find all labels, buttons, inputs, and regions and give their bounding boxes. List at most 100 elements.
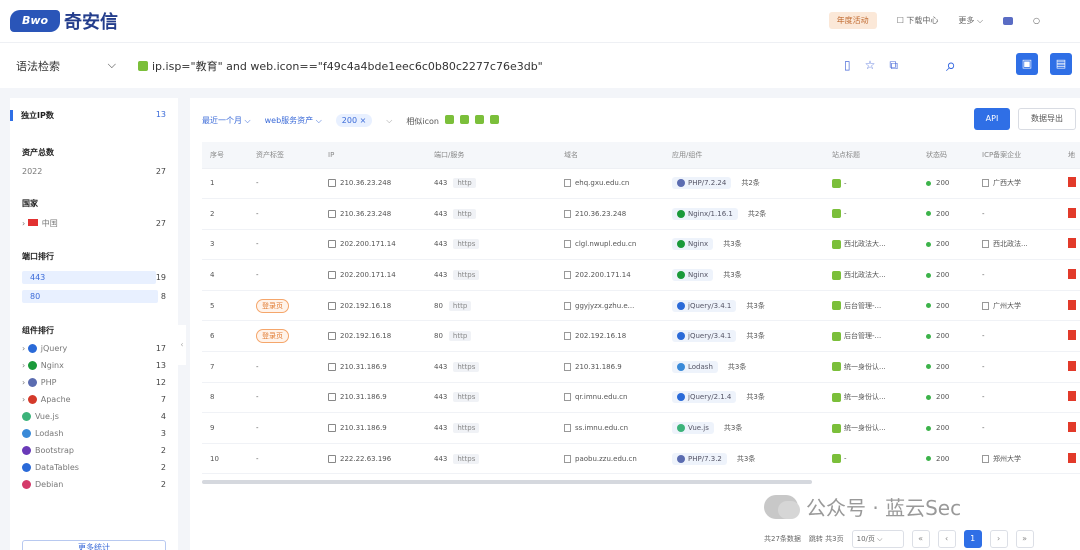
component-row[interactable]: › Apache 7 bbox=[22, 395, 166, 404]
ip-link[interactable]: 210.31.186.9 bbox=[340, 363, 387, 371]
next-page-button[interactable]: › bbox=[989, 530, 1008, 548]
column-header[interactable]: 站点标题 bbox=[824, 142, 918, 169]
ip-link[interactable]: 210.31.186.9 bbox=[340, 424, 387, 432]
ip-link[interactable]: 202.200.171.14 bbox=[340, 271, 396, 279]
ip-link[interactable]: 202.192.16.18 bbox=[340, 332, 391, 340]
app-count[interactable]: 共3条 bbox=[737, 455, 755, 463]
app-count[interactable]: 共3条 bbox=[746, 332, 764, 340]
table-row[interactable]: 4 - 202.200.171.14 443 https 202.200.171.14 Ng… bbox=[202, 259, 1080, 291]
status-filter-chip[interactable]: 200 × bbox=[335, 114, 373, 127]
column-header[interactable]: 域名 bbox=[556, 142, 664, 169]
domain-link[interactable]: paobu.zzu.edu.cn bbox=[575, 455, 637, 463]
domain-link[interactable]: ggyjyzx.gzhu.e... bbox=[575, 302, 634, 310]
app-count[interactable]: 共3条 bbox=[728, 363, 746, 371]
component-row[interactable]: DataTables 2 bbox=[22, 463, 166, 472]
api-button[interactable]: API bbox=[974, 108, 1010, 130]
search-icon[interactable]: ⌕ bbox=[946, 55, 956, 76]
column-header[interactable]: 资产标签 bbox=[248, 142, 320, 169]
country-row[interactable]: › 中国 27 bbox=[22, 218, 166, 229]
star-icon[interactable]: ☆ bbox=[865, 58, 876, 73]
app-count[interactable]: 共2条 bbox=[741, 179, 759, 187]
unique-ip-stat[interactable]: 独立IP数 13 bbox=[10, 110, 166, 121]
domain-link[interactable]: 202.200.171.14 bbox=[575, 271, 631, 279]
copy-icon[interactable]: ⧉ bbox=[889, 58, 898, 73]
user-avatar-icon[interactable]: ○ bbox=[1033, 16, 1040, 25]
table-row[interactable]: 6 登录页 202.192.16.18 80 http 202.192.16.18 jQue… bbox=[202, 320, 1080, 353]
column-header[interactable]: 地 bbox=[1060, 142, 1080, 169]
app-component-badge[interactable]: jQuery/2.1.4 bbox=[672, 391, 737, 404]
page-jump[interactable]: 跳转 共3页 bbox=[809, 534, 844, 544]
port-row[interactable]: 80 8 bbox=[22, 290, 166, 303]
component-row[interactable]: Lodash 3 bbox=[22, 429, 166, 438]
save-query-button[interactable]: ▣ bbox=[1016, 53, 1038, 75]
column-header[interactable]: ICP备案企业 bbox=[974, 142, 1060, 169]
asset-filter[interactable]: web服务资产 ⌵ bbox=[265, 115, 322, 126]
table-row[interactable]: 5 登录页 202.192.16.18 80 http ggyjyzx.gzhu.e...… bbox=[202, 290, 1080, 322]
component-row[interactable]: Debian 2 bbox=[22, 480, 166, 489]
app-component-badge[interactable]: jQuery/3.4.1 bbox=[672, 330, 737, 343]
component-row[interactable]: › jQuery 17 bbox=[22, 344, 166, 353]
app-component-badge[interactable]: jQuery/3.4.1 bbox=[672, 299, 737, 312]
ip-link[interactable]: 210.36.23.248 bbox=[340, 179, 391, 187]
horizontal-scrollbar[interactable] bbox=[202, 480, 812, 484]
ip-link[interactable]: 210.36.23.248 bbox=[340, 210, 391, 218]
domain-link[interactable]: 210.36.23.248 bbox=[575, 210, 626, 218]
table-row[interactable]: 8 - 210.31.186.9 443 https qr.imnu.edu.cn jQue… bbox=[202, 382, 1080, 414]
component-row[interactable]: Bootstrap 2 bbox=[22, 446, 166, 455]
more-menu[interactable]: 更多 ⌵ bbox=[958, 15, 983, 26]
column-header[interactable]: 端口/服务 bbox=[426, 142, 556, 169]
app-count[interactable]: 共2条 bbox=[748, 210, 766, 218]
more-stats-button[interactable]: 更多统计 bbox=[22, 540, 166, 550]
app-component-badge[interactable]: Nginx/1.16.1 bbox=[672, 207, 738, 220]
component-row[interactable]: › PHP 12 bbox=[22, 378, 166, 387]
column-header[interactable]: 应用/组件 bbox=[664, 142, 824, 169]
similar-icon-filter[interactable]: 相似icon bbox=[406, 114, 499, 127]
domain-link[interactable]: 210.31.186.9 bbox=[575, 363, 622, 371]
page-button-current[interactable]: 1 bbox=[963, 530, 982, 548]
domain-link[interactable]: ehq.gxu.edu.cn bbox=[575, 179, 629, 187]
ip-link[interactable]: 202.192.16.18 bbox=[340, 302, 391, 310]
download-center-link[interactable]: ☐ 下载中心 bbox=[897, 15, 939, 26]
app-count[interactable]: 共3条 bbox=[724, 424, 742, 432]
column-header[interactable]: 状态码 bbox=[918, 142, 974, 169]
app-component-badge[interactable]: Lodash bbox=[672, 360, 718, 373]
app-count[interactable]: 共3条 bbox=[723, 271, 741, 279]
message-icon[interactable] bbox=[1003, 16, 1014, 25]
clipboard-icon[interactable]: ▯ bbox=[844, 58, 851, 73]
ip-link[interactable]: 222.22.63.196 bbox=[340, 455, 391, 463]
component-row[interactable]: › Nginx 13 bbox=[22, 361, 166, 370]
logo[interactable]: Bwo 奇安信 bbox=[10, 8, 118, 34]
filter-chevron-icon[interactable]: ⌵ bbox=[386, 116, 392, 126]
app-count[interactable]: 共3条 bbox=[746, 302, 764, 310]
first-page-button[interactable]: « bbox=[911, 530, 930, 548]
app-component-badge[interactable]: PHP/7.2.24 bbox=[672, 177, 732, 190]
ip-link[interactable]: 202.200.171.14 bbox=[340, 240, 396, 248]
domain-link[interactable]: ss.imnu.edu.cn bbox=[575, 424, 628, 432]
last-page-button[interactable]: » bbox=[1015, 530, 1034, 548]
sidebar-collapse-handle[interactable]: ‹ bbox=[178, 325, 186, 365]
port-row[interactable]: 443 19 bbox=[22, 271, 166, 284]
promo-badge[interactable]: 年度活动 bbox=[828, 12, 877, 29]
table-row[interactable]: 9 - 210.31.186.9 443 https ss.imnu.edu.cn Vue.… bbox=[202, 412, 1080, 444]
table-row[interactable]: 7 - 210.31.186.9 443 https 210.31.186.9 Lodash… bbox=[202, 351, 1080, 383]
batch-query-button[interactable]: ▤ bbox=[1050, 53, 1072, 75]
ip-link[interactable]: 210.31.186.9 bbox=[340, 393, 387, 401]
export-button[interactable]: 数据导出 bbox=[1018, 108, 1076, 130]
search-input[interactable]: ip.isp="教育" and web.icon=="f49c4a4bde1ee… bbox=[138, 58, 543, 74]
table-row[interactable]: 3 - 202.200.171.14 443 https clgl.nwupl.edu.c… bbox=[202, 229, 1080, 261]
component-row[interactable]: Vue.js 4 bbox=[22, 412, 166, 421]
app-count[interactable]: 共3条 bbox=[746, 393, 764, 401]
asset-tag[interactable]: 登录页 bbox=[256, 329, 289, 344]
app-component-badge[interactable]: Nginx bbox=[672, 269, 714, 282]
prev-page-button[interactable]: ‹ bbox=[937, 530, 956, 548]
app-count[interactable]: 共3条 bbox=[723, 240, 741, 248]
app-component-badge[interactable]: Vue.js bbox=[672, 422, 714, 435]
domain-link[interactable]: 202.192.16.18 bbox=[575, 332, 626, 340]
domain-link[interactable]: clgl.nwupl.edu.cn bbox=[575, 240, 636, 248]
table-row[interactable]: 1 - 210.36.23.248 443 http ehq.gxu.edu.cn PHP/… bbox=[202, 168, 1080, 200]
table-row[interactable]: 10 - 222.22.63.196 443 https paobu.zzu.edu.cn… bbox=[202, 443, 1080, 475]
page-size-select[interactable]: 10/页 ⌵ bbox=[851, 530, 904, 548]
column-header[interactable]: 序号 bbox=[202, 142, 248, 169]
table-row[interactable]: 2 - 210.36.23.248 443 http 210.36.23.248 Nginx… bbox=[202, 198, 1080, 230]
column-header[interactable]: IP bbox=[320, 142, 426, 169]
